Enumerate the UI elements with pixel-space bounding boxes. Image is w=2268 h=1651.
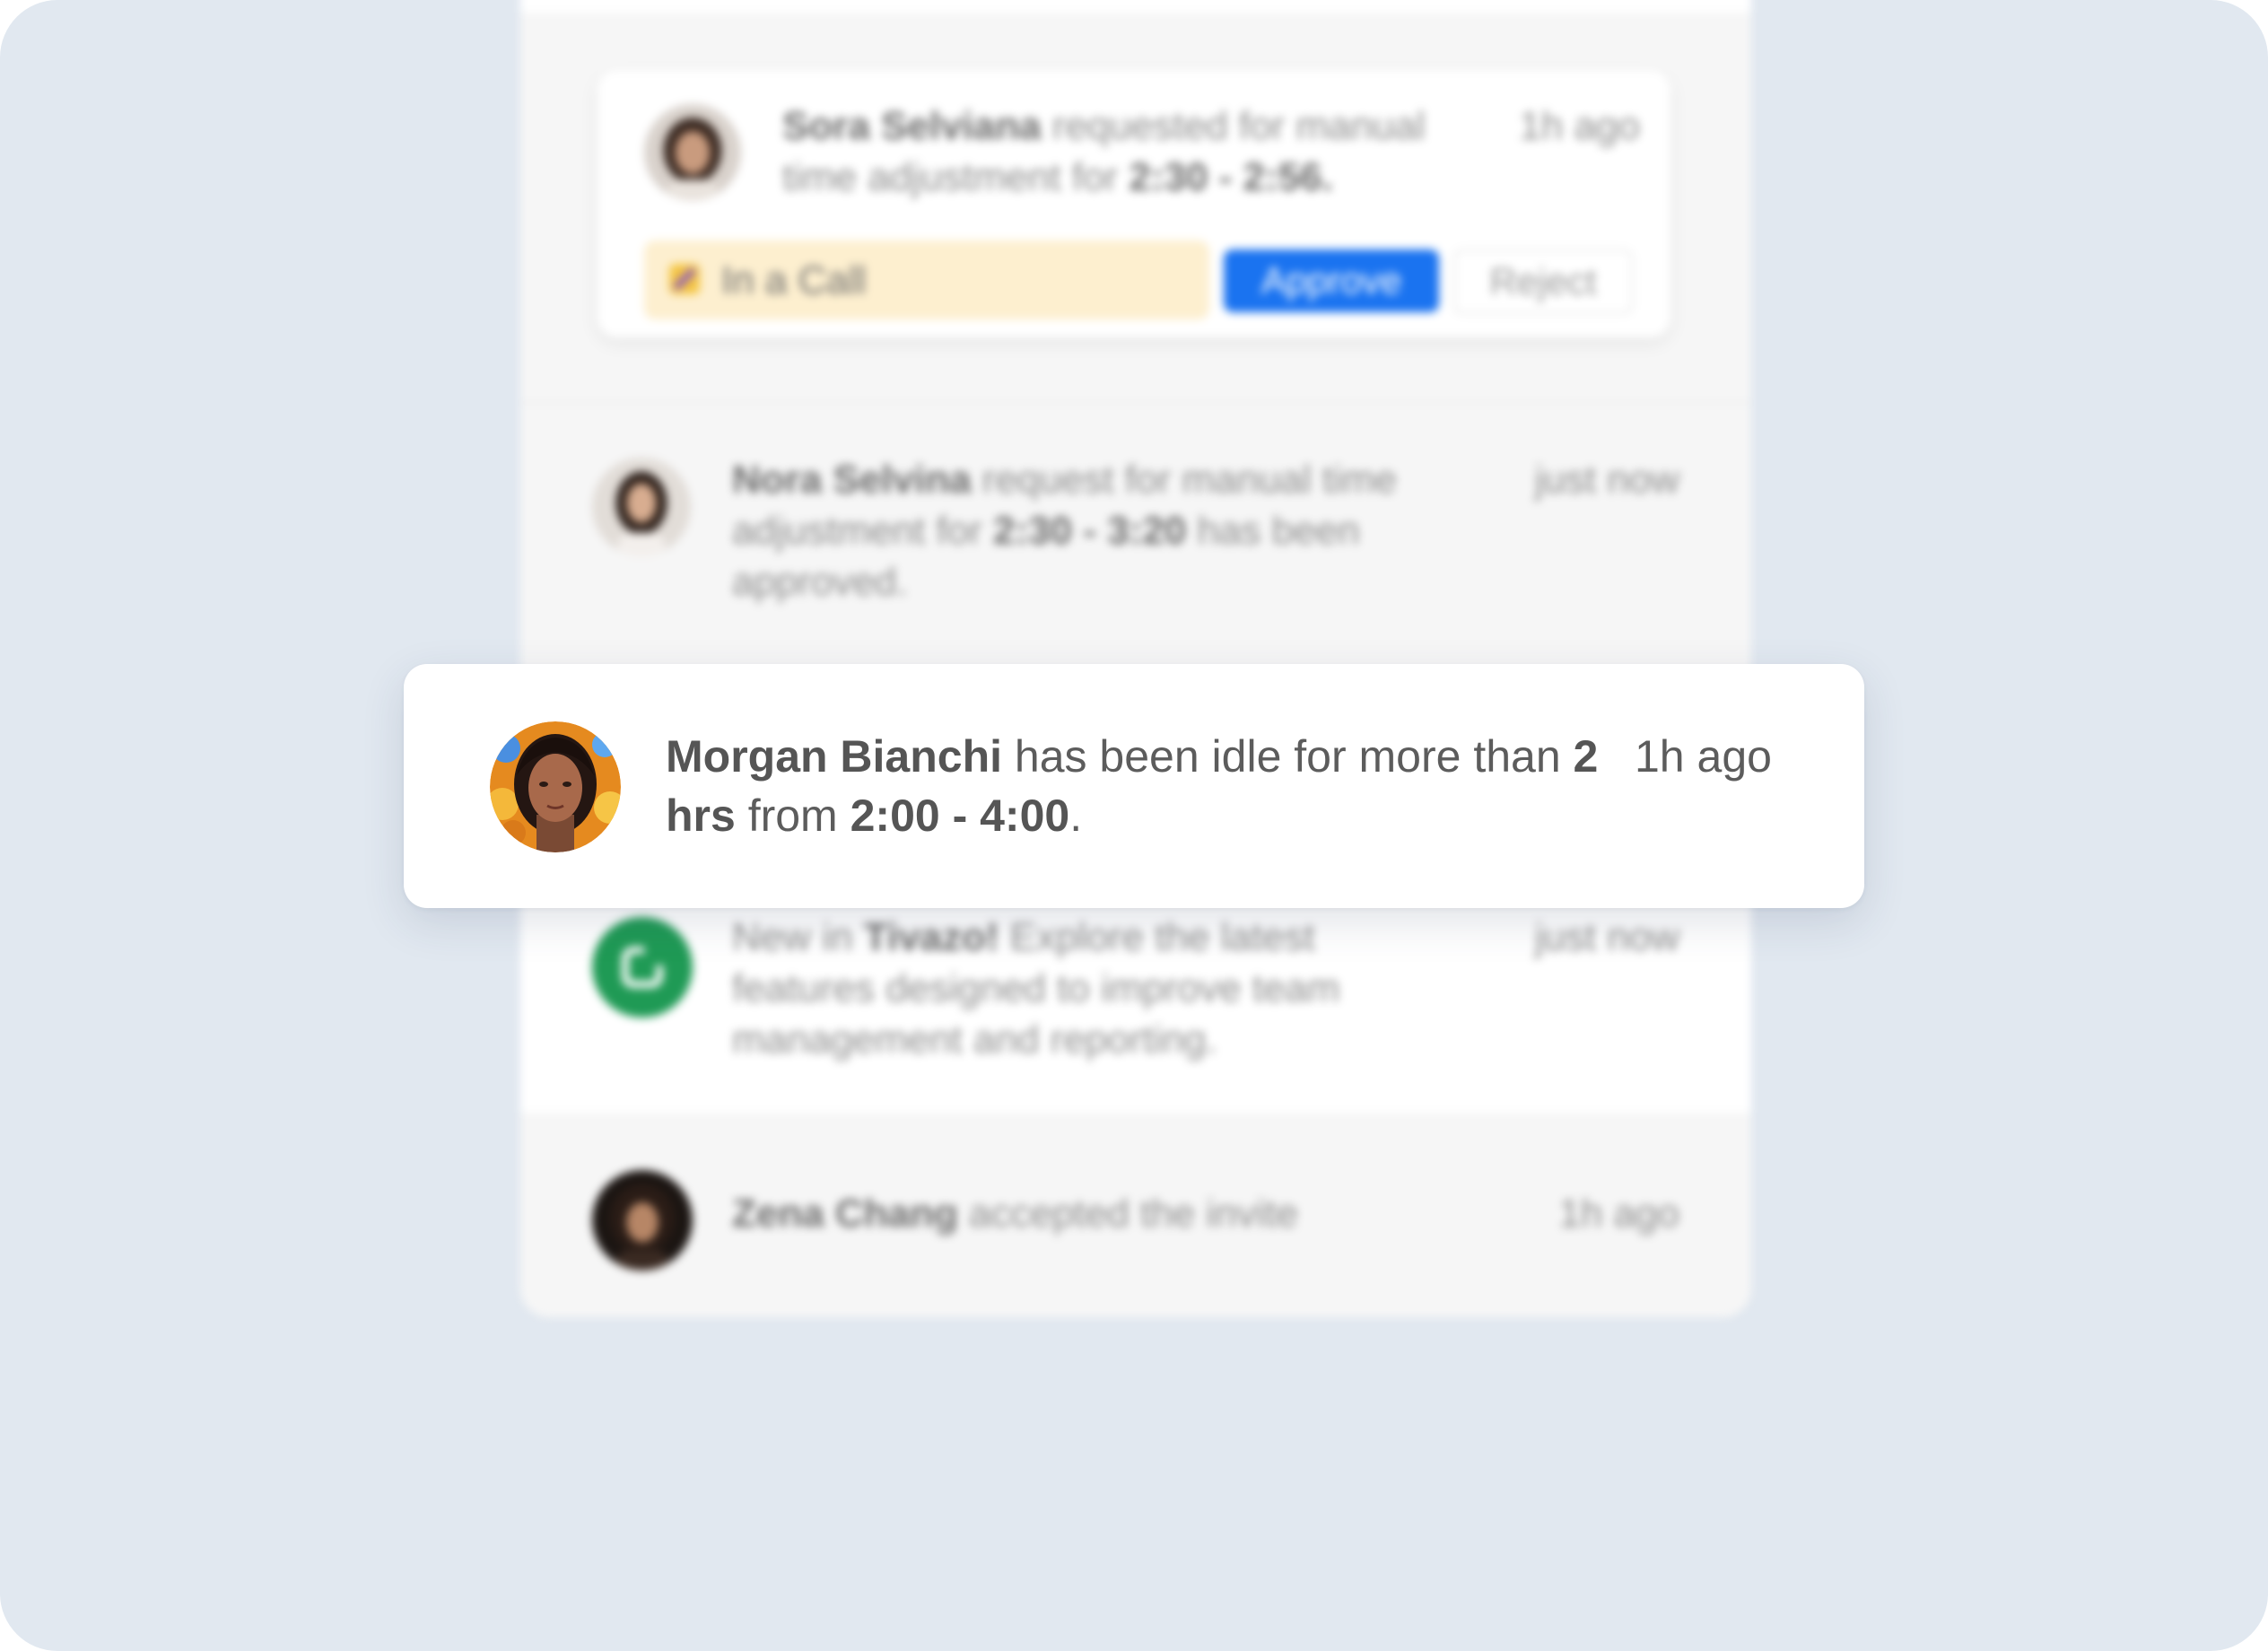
notification-message: Morgan Bianchi has been idle for more th… [666,731,1599,841]
app-logo-icon [592,917,693,1018]
requester-name: Sora Selviana [782,104,1042,148]
notification-timestamp: just now [1534,915,1679,959]
requested-time-range: 2:30 - 2:56. [1129,155,1333,199]
user-avatar-image [490,721,621,852]
app-frame: Sora Selviana requested for manual time … [0,0,2268,1651]
user-avatar-image [644,104,741,201]
time-adjustment-request-card: Sora Selviana requested for manual time … [598,70,1670,337]
request-timestamp: 1h ago [1519,104,1640,148]
user-name: Morgan Bianchi [666,731,1003,782]
notification-message: Nora Selvina request for manual time adj… [732,458,1398,604]
focused-notification-card[interactable]: Morgan Bianchi has been idle for more th… [404,664,1864,908]
brand-avatar [592,917,693,1018]
user-avatar-image [592,458,691,556]
user-avatar-image [592,1170,693,1271]
notification-panel: Sora Selviana requested for manual time … [520,0,1751,1317]
status-label: In a Call [721,258,867,302]
notification-message: New in Tivazo! Explore the latest featur… [732,915,1340,1061]
panel-header-strip [520,0,1751,13]
avatar[interactable] [644,104,741,201]
avatar[interactable] [490,721,621,852]
divider [520,402,1751,404]
notification-timestamp: just now [1534,458,1679,502]
reject-button[interactable]: Reject [1453,249,1633,314]
notification-timestamp: 1h ago [1558,1192,1679,1236]
user-name: Nora Selvina [732,458,972,502]
idle-time-range: 2:00 - 4:00 [850,791,1070,841]
phone-call-icon [669,264,700,294]
brand-name: Tivazo! [863,915,999,959]
time-range: 2:30 - 3:20 [993,509,1187,553]
user-name: Zena Chang [732,1192,958,1236]
notification-message: Zena Chang accepted the invite [732,1192,1298,1236]
request-message: Sora Selviana requested for manual time … [782,104,1426,199]
avatar [592,458,691,556]
status-pill: In a Call [644,240,1209,319]
avatar [592,1170,693,1271]
notification-timestamp: 1h ago [1635,731,1772,782]
approve-button[interactable]: Approve [1224,249,1439,312]
